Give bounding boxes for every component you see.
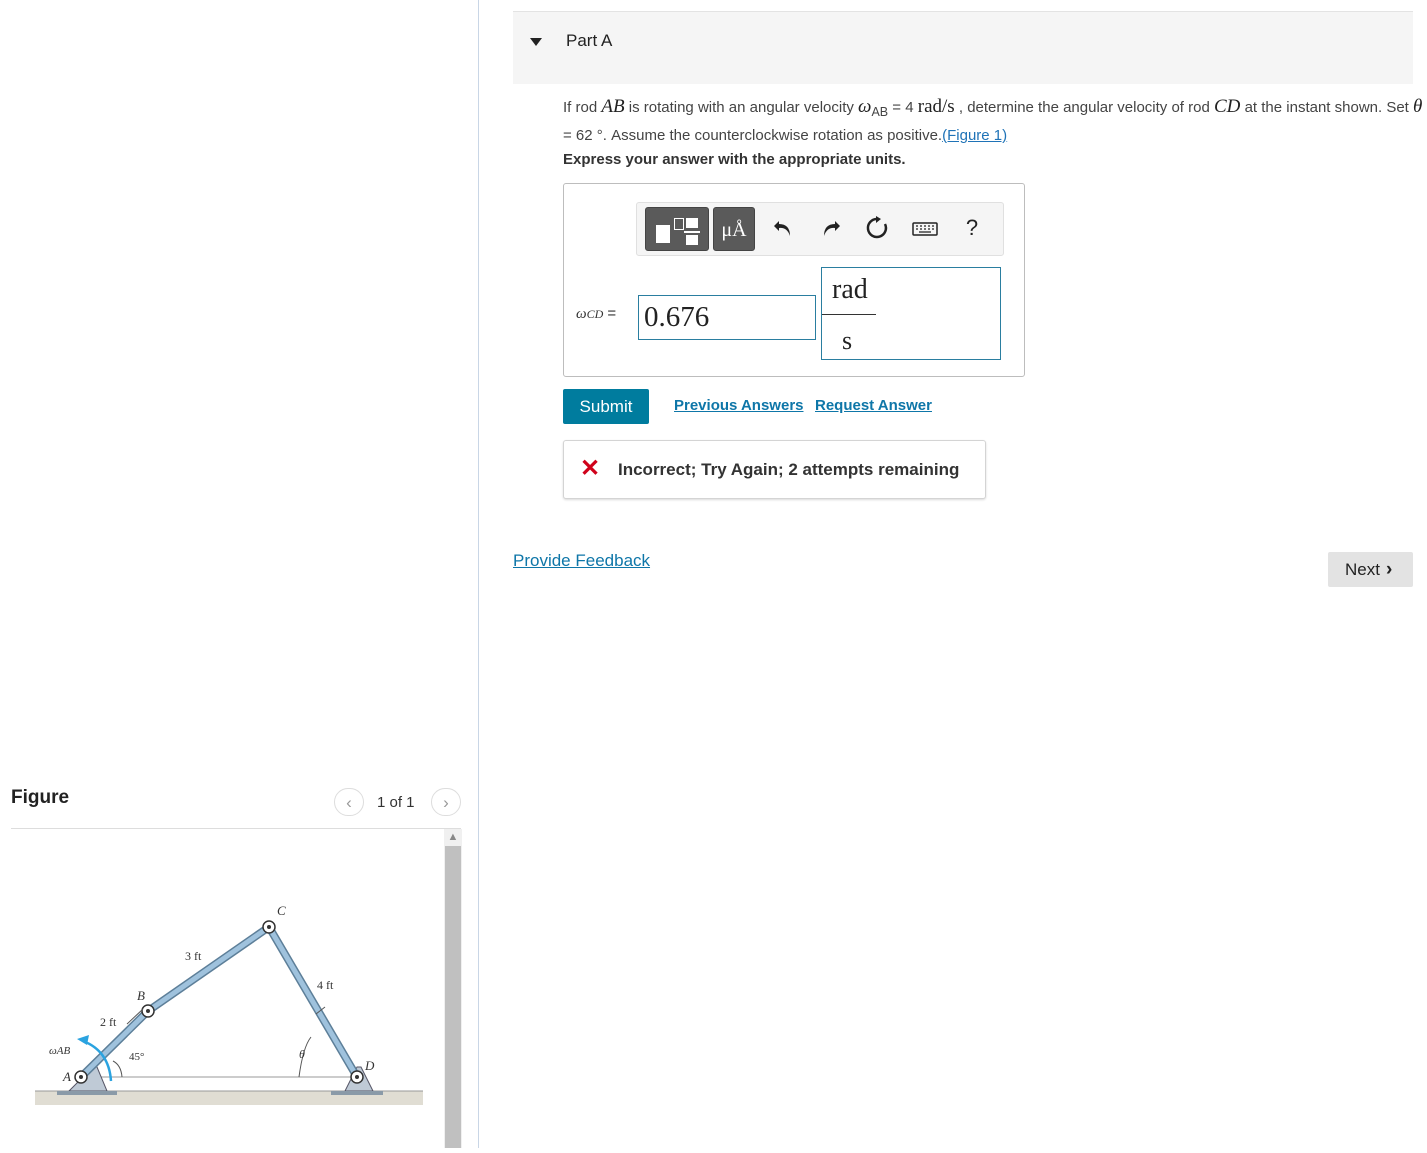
unit-denominator: s	[842, 326, 853, 355]
question-text: If rod AB is rotating with an angular ve…	[563, 96, 1423, 144]
answer-label: ωCD =	[576, 305, 617, 322]
figure-pager: 1 of 1	[377, 794, 415, 811]
figure-title: Figure	[11, 787, 70, 808]
part-a-header[interactable]: Part A	[513, 11, 1413, 84]
feedback-message: ✕ Incorrect; Try Again; 2 attempts remai…	[563, 440, 986, 499]
label-theta: θ	[299, 1047, 305, 1061]
error-x-icon: ✕	[580, 455, 601, 482]
label-c: C	[277, 903, 286, 918]
next-button[interactable]: Next ›	[1328, 552, 1413, 587]
part-title: Part A	[566, 31, 613, 50]
reset-icon[interactable]	[864, 215, 890, 241]
collapse-triangle-icon[interactable]	[530, 38, 542, 46]
label-a: A	[62, 1069, 71, 1084]
next-figure-button[interactable]: ›	[431, 788, 461, 816]
label-b: B	[137, 988, 145, 1003]
unit-numerator: rad	[832, 274, 868, 305]
figure-link[interactable]: (Figure 1)	[942, 127, 1007, 144]
previous-figure-button[interactable]: ‹	[334, 788, 364, 816]
math-toolbar: μÅ ?	[636, 202, 1004, 256]
value-input[interactable]: 0.676	[638, 295, 816, 340]
figure-image: C B A D 2 ft 3 ft 4 ft 45° θ ωAB	[11, 829, 443, 1148]
undo-icon[interactable]	[771, 215, 797, 241]
help-icon[interactable]: ?	[959, 215, 985, 241]
answer-instructions: Express your answer with the appropriate…	[563, 151, 906, 168]
units-input[interactable]: rad s	[821, 267, 1001, 360]
chevron-right-icon: ›	[1386, 559, 1393, 580]
request-answer-link[interactable]: Request Answer	[815, 397, 932, 414]
label-ab-length: 2 ft	[100, 1015, 117, 1029]
figure-scrollbar[interactable]: ▲	[444, 829, 462, 1148]
scroll-thumb[interactable]	[445, 846, 461, 1148]
provide-feedback-link[interactable]: Provide Feedback	[513, 551, 650, 571]
column-divider	[478, 0, 479, 1148]
label-omega: ωAB	[49, 1045, 70, 1057]
label-cd-length: 4 ft	[317, 978, 334, 992]
templates-button[interactable]	[645, 207, 709, 251]
keyboard-icon[interactable]	[911, 215, 941, 241]
fraction-bar	[822, 314, 876, 315]
label-angle: 45°	[129, 1051, 144, 1063]
previous-answers-link[interactable]: Previous Answers	[674, 397, 804, 414]
feedback-text: Incorrect; Try Again; 2 attempts remaini…	[618, 460, 960, 479]
submit-button[interactable]: Submit	[563, 389, 649, 424]
answer-box: μÅ ? ωCD = 0.676 rad s	[563, 183, 1025, 377]
units-button[interactable]: μÅ	[713, 207, 755, 251]
scroll-up-icon[interactable]: ▲	[444, 829, 462, 845]
label-bc-length: 3 ft	[185, 949, 202, 963]
redo-icon[interactable]	[817, 215, 843, 241]
label-d: D	[364, 1058, 375, 1073]
